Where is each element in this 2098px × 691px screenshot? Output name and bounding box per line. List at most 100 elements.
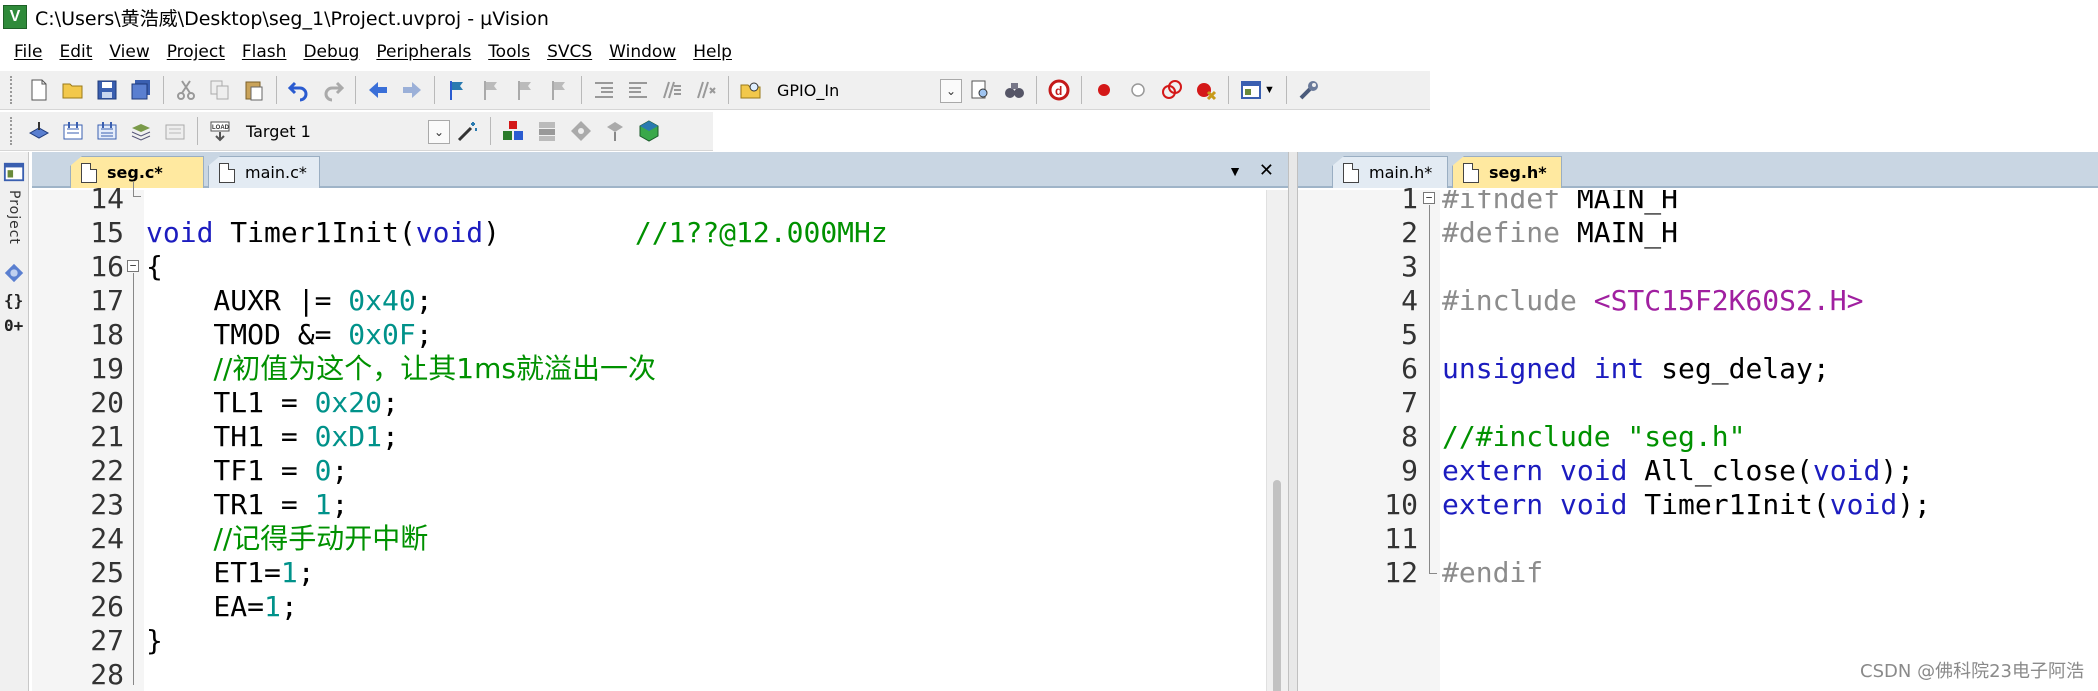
manage-project-items-button[interactable] (496, 115, 530, 147)
vertical-scrollbar[interactable] (1266, 190, 1288, 691)
kill-all-breakpoints-button[interactable] (1189, 74, 1223, 106)
menu-view[interactable]: View (103, 42, 160, 62)
fold-collapse-button[interactable]: − (127, 260, 139, 272)
line-number: 18 (90, 318, 124, 351)
tab-list-dropdown-icon[interactable]: ▼ (1228, 163, 1242, 179)
scrollbar-thumb[interactable] (1273, 480, 1281, 691)
save-all-button[interactable] (124, 74, 158, 106)
bookmark-prev-icon (484, 81, 497, 100)
chevron-down-icon[interactable]: ⌄ (940, 79, 962, 103)
disable-all-breakpoints-button[interactable] (1155, 74, 1189, 106)
menu-file[interactable]: File (8, 42, 53, 62)
code-line-9: extern void All_close(void); (1442, 454, 1914, 488)
redo-icon (324, 81, 345, 102)
find-combo[interactable]: GPIO_In ⌄ (768, 76, 963, 104)
chevron-down-icon[interactable]: ▼ (1264, 84, 1275, 96)
templates-icon[interactable]: 0+ (4, 316, 28, 335)
open-file-button[interactable] (56, 74, 90, 106)
paste-button[interactable] (237, 74, 271, 106)
menu-flash[interactable]: Flash (236, 42, 298, 62)
code-text: ET1= (146, 556, 281, 589)
code-text: ; (331, 454, 349, 487)
cut-button[interactable] (169, 74, 203, 106)
navigate-back-button[interactable] (361, 74, 395, 106)
redo-button[interactable] (316, 74, 350, 106)
find-button[interactable] (963, 74, 997, 106)
uncomment-button[interactable] (689, 74, 723, 106)
toolbar-separator (1285, 76, 1287, 104)
toolbar-grip[interactable] (10, 76, 14, 104)
code-comment: //1??@12.000MHz (634, 216, 888, 249)
next-bookmark-button[interactable] (508, 74, 542, 106)
project-window-icon[interactable] (2, 160, 26, 184)
menu-debug[interactable]: Debug (297, 42, 370, 62)
build-button[interactable] (56, 115, 90, 147)
menu-peripherals[interactable]: Peripherals (370, 42, 482, 62)
target-combo[interactable]: Target 1 ⌄ (237, 117, 451, 145)
comment-button[interactable] (655, 74, 689, 106)
select-packs-button[interactable] (530, 115, 564, 147)
tab-main-c[interactable]: main.c* (208, 156, 320, 188)
incremental-find-button[interactable] (997, 74, 1031, 106)
enable-breakpoint-button[interactable] (1121, 74, 1155, 106)
menu-tools[interactable]: Tools (482, 42, 541, 62)
translate-button[interactable] (22, 115, 56, 147)
code-editor-seg-c[interactable]: void Timer1Init(void) //1??@12.000MHz { … (144, 190, 1266, 691)
pane-splitter[interactable] (1288, 152, 1298, 691)
close-icon[interactable]: ✕ (1259, 160, 1274, 181)
code-line-23: TR1 = 1; (146, 488, 348, 522)
code-editor-seg-h[interactable]: #ifndef MAIN_H #define MAIN_H #include <… (1440, 190, 2098, 691)
stop-build-button[interactable] (158, 115, 192, 147)
insert-bookmark-button[interactable] (440, 74, 474, 106)
save-button[interactable] (90, 74, 124, 106)
clear-bookmarks-button[interactable] (542, 74, 576, 106)
insert-breakpoint-button[interactable] (1087, 74, 1121, 106)
menu-svcs[interactable]: SVCS (541, 42, 603, 62)
chevron-down-icon[interactable]: ⌄ (428, 120, 450, 144)
start-debug-button[interactable]: d (1042, 74, 1076, 106)
menu-project[interactable]: Project (161, 42, 236, 62)
navigate-forward-button[interactable] (395, 74, 429, 106)
code-text: ; (382, 420, 399, 453)
code-line-26: EA=1; (146, 590, 297, 624)
batch-build-button[interactable] (124, 115, 158, 147)
copy-button[interactable] (203, 74, 237, 106)
find-in-files-button[interactable] (734, 74, 768, 106)
fold-collapse-button[interactable]: − (1423, 192, 1435, 204)
download-button[interactable]: LOAD (203, 115, 237, 147)
keyword: unsigned (1442, 352, 1577, 385)
line-number: 2 (1401, 216, 1418, 249)
undo-button[interactable] (282, 74, 316, 106)
project-side-panel: Project {} 0+ (0, 152, 29, 691)
tab-main-h[interactable]: main.h* (1332, 156, 1448, 188)
toolbar-grip[interactable] (10, 117, 14, 145)
line-number-gutter: 1 2 3 4 5 6 7 8 9 10 11 12 − (1298, 182, 1440, 691)
code-comment: //记得手动开中断 (213, 522, 429, 555)
new-file-button[interactable] (22, 74, 56, 106)
previous-bookmark-button[interactable] (474, 74, 508, 106)
tab-seg-h[interactable]: seg.h* (1452, 156, 1562, 188)
code-text: TMOD &= (146, 318, 349, 351)
code-text: AUXR |= (146, 284, 349, 317)
find-document-icon (971, 80, 988, 99)
window-layout-button[interactable] (1234, 74, 1268, 106)
target-options-button[interactable] (451, 115, 485, 147)
pack-installer-button[interactable] (598, 115, 632, 147)
project-panel-label[interactable]: Project (6, 190, 22, 245)
manage-run-time-button[interactable] (564, 115, 598, 147)
line-number: 21 (90, 420, 124, 453)
unindent-button[interactable] (621, 74, 655, 106)
save-all-icon (131, 80, 150, 100)
rebuild-button[interactable] (90, 115, 124, 147)
functions-icon[interactable]: {} (4, 291, 28, 310)
indent-button[interactable] (587, 74, 621, 106)
cmsis-pack-button[interactable] (632, 115, 666, 147)
menu-edit[interactable]: Edit (53, 42, 103, 62)
keyword: extern (1442, 454, 1544, 487)
save-icon (97, 80, 117, 100)
toolbar-separator (490, 117, 491, 145)
menu-help[interactable]: Help (687, 42, 743, 62)
menu-window[interactable]: Window (603, 42, 687, 62)
configure-button[interactable] (1292, 74, 1326, 106)
books-icon[interactable] (2, 261, 26, 285)
